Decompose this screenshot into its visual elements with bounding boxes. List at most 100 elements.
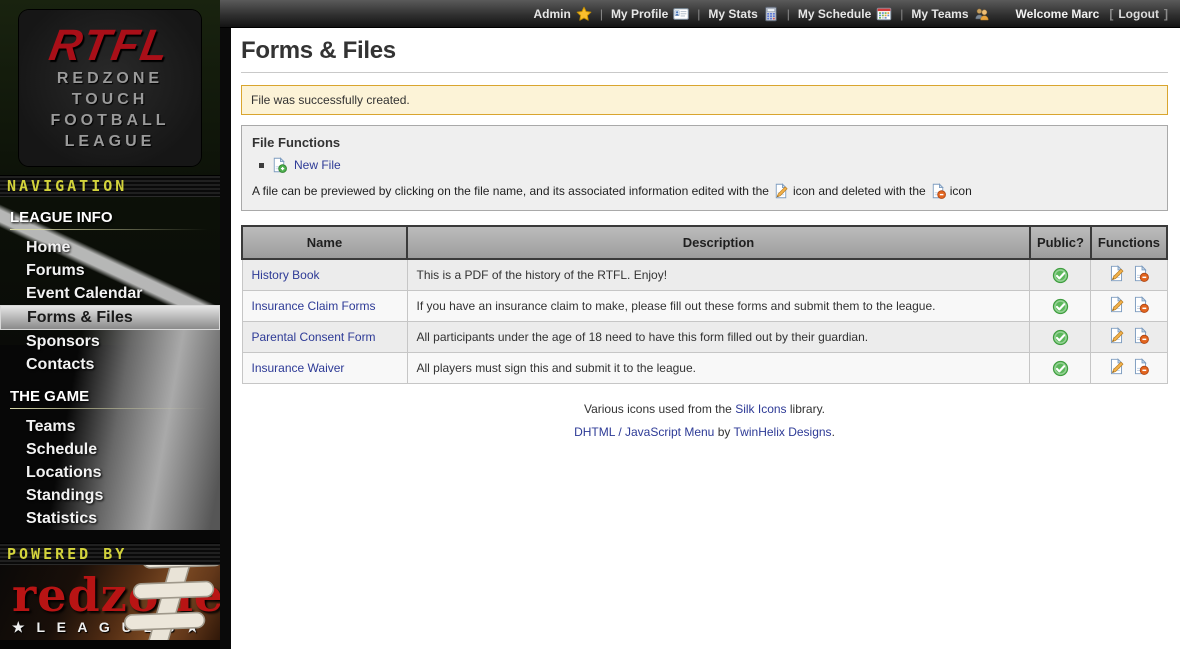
topbar-admin[interactable]: Admin: [533, 6, 591, 22]
main-content: Forms & Files File was successfully crea…: [231, 28, 1180, 649]
sidebar-item-sponsors[interactable]: Sponsors: [10, 330, 220, 353]
file-description: All players must sign this and submit it…: [407, 353, 1030, 384]
football-laces-graphic: [78, 565, 220, 640]
logo-line: TOUCH: [72, 89, 149, 110]
navigation-banner: NAVIGATION: [0, 175, 220, 197]
topbar-my-teams[interactable]: My Teams: [911, 6, 989, 22]
redzone-leagues-logo: redzone ★ L E A G U E S ★: [0, 565, 220, 640]
my-schedule-label: My Schedule: [798, 7, 871, 21]
icons-credit-line: Various icons used from the Silk Icons l…: [241, 402, 1168, 416]
admin-label: Admin: [533, 7, 570, 21]
table-row: Parental Consent Form All participants u…: [242, 322, 1167, 353]
table-row: History Book This is a PDF of the histor…: [242, 259, 1167, 291]
delete-file-icon[interactable]: [1132, 358, 1149, 375]
star-icon: [576, 6, 592, 22]
nav-rule: [10, 408, 208, 409]
topbar-my-schedule[interactable]: My Schedule: [798, 6, 892, 22]
logo-line: LEAGUE: [65, 131, 156, 152]
sidebar-item-forms-files[interactable]: Forms & Files: [0, 305, 220, 330]
edit-file-icon[interactable]: [1108, 265, 1125, 282]
silk-icons-link[interactable]: Silk Icons: [735, 402, 786, 416]
edit-file-icon[interactable]: [1108, 327, 1125, 344]
file-name-link[interactable]: Insurance Waiver: [252, 361, 345, 375]
credit-text: by: [718, 425, 731, 439]
credit-text: library.: [790, 402, 825, 416]
sidebar: RTFL REDZONE TOUCH FOOTBALL LEAGUE NAVIG…: [0, 0, 220, 649]
sidebar-item-schedule[interactable]: Schedule: [10, 438, 220, 461]
sidebar-item-forums[interactable]: Forums: [10, 259, 220, 282]
sidebar-item-standings[interactable]: Standings: [10, 484, 220, 507]
new-file-link[interactable]: New File: [294, 158, 341, 172]
page-title: Forms & Files: [241, 37, 1168, 65]
edit-file-icon[interactable]: [1108, 296, 1125, 313]
column-header-public: Public?: [1030, 226, 1091, 259]
logo-line: REDZONE: [57, 68, 163, 89]
table-header-row: Name Description Public? Functions: [242, 226, 1167, 259]
logout-link[interactable]: Logout: [1118, 7, 1159, 21]
public-check-icon: [1052, 360, 1069, 377]
file-name-link[interactable]: Parental Consent Form: [252, 330, 376, 344]
flash-message: File was successfully created.: [241, 85, 1168, 115]
public-check-icon: [1052, 329, 1069, 346]
powered-by-banner: POWERED BY: [0, 543, 220, 565]
public-check-icon: [1052, 298, 1069, 315]
topbar-separator: |: [697, 7, 700, 21]
table-row: Insurance Waiver All players must sign t…: [242, 353, 1167, 384]
files-table: Name Description Public? Functions Histo…: [241, 225, 1168, 384]
file-functions-help: A file can be previewed by clicking on t…: [252, 183, 1157, 199]
welcome-text: Welcome Marc: [1016, 7, 1100, 21]
sidebar-item-contacts[interactable]: Contacts: [10, 353, 220, 376]
logo-acronym: RTFL: [46, 24, 173, 68]
delete-file-icon[interactable]: [1132, 327, 1149, 344]
nav-rule: [10, 229, 208, 230]
menu-credit-line: DHTML / JavaScript Menu by TwinHelix Des…: [241, 425, 1168, 439]
sidebar-bottom-strip: [0, 640, 220, 649]
title-divider: [241, 72, 1168, 73]
vcard-icon: [673, 6, 689, 22]
file-description: All participants under the age of 18 nee…: [407, 322, 1030, 353]
topbar: Admin | My Profile | My Stats | My Sched…: [220, 0, 1180, 28]
calendar-icon: [876, 6, 892, 22]
nav-section-title: THE GAME: [10, 388, 220, 408]
page-delete-icon: [930, 183, 946, 199]
column-header-name: Name: [242, 226, 407, 259]
page: RTFL REDZONE TOUCH FOOTBALL LEAGUE NAVIG…: [0, 0, 1180, 649]
topbar-separator: |: [600, 7, 603, 21]
column-header-description: Description: [407, 226, 1030, 259]
dhtml-menu-link[interactable]: DHTML / JavaScript Menu: [574, 425, 714, 439]
table-row: Insurance Claim Forms If you have an ins…: [242, 291, 1167, 322]
topbar-separator: |: [900, 7, 903, 21]
sidebar-item-event-calendar[interactable]: Event Calendar: [10, 282, 220, 305]
sidebar-item-locations[interactable]: Locations: [10, 461, 220, 484]
list-bullet: [259, 163, 264, 168]
delete-file-icon[interactable]: [1132, 296, 1149, 313]
sidebar-item-teams[interactable]: Teams: [10, 415, 220, 438]
league-logo: RTFL REDZONE TOUCH FOOTBALL LEAGUE: [19, 10, 201, 166]
file-name-link[interactable]: Insurance Claim Forms: [252, 299, 376, 313]
logout-bracket: ]: [1164, 7, 1168, 21]
file-description: If you have an insurance claim to make, …: [407, 291, 1030, 322]
logout-bracket: [: [1109, 7, 1113, 21]
group-icon: [974, 6, 990, 22]
my-stats-label: My Stats: [708, 7, 757, 21]
file-description: This is a PDF of the history of the RTFL…: [407, 259, 1030, 291]
topbar-my-profile[interactable]: My Profile: [611, 6, 689, 22]
file-name-link[interactable]: History Book: [252, 268, 320, 282]
nav-section-the-game: THE GAME Teams Schedule Locations Standi…: [0, 376, 220, 530]
public-check-icon: [1052, 267, 1069, 284]
help-text: A file can be previewed by clicking on t…: [252, 184, 769, 198]
my-profile-label: My Profile: [611, 7, 668, 21]
edit-file-icon[interactable]: [1108, 358, 1125, 375]
column-header-functions: Functions: [1091, 226, 1167, 259]
new-file-item: New File: [259, 157, 1157, 173]
page-edit-icon: [773, 183, 789, 199]
twinhelix-link[interactable]: TwinHelix Designs: [734, 425, 832, 439]
sidebar-item-home[interactable]: Home: [10, 236, 220, 259]
delete-file-icon[interactable]: [1132, 265, 1149, 282]
sidebar-item-statistics[interactable]: Statistics: [10, 507, 220, 530]
help-text: icon: [950, 184, 972, 198]
logout-group: [ Logout ]: [1109, 7, 1168, 21]
page-add-icon: [271, 157, 287, 173]
topbar-my-stats[interactable]: My Stats: [708, 6, 778, 22]
topbar-separator: |: [787, 7, 790, 21]
